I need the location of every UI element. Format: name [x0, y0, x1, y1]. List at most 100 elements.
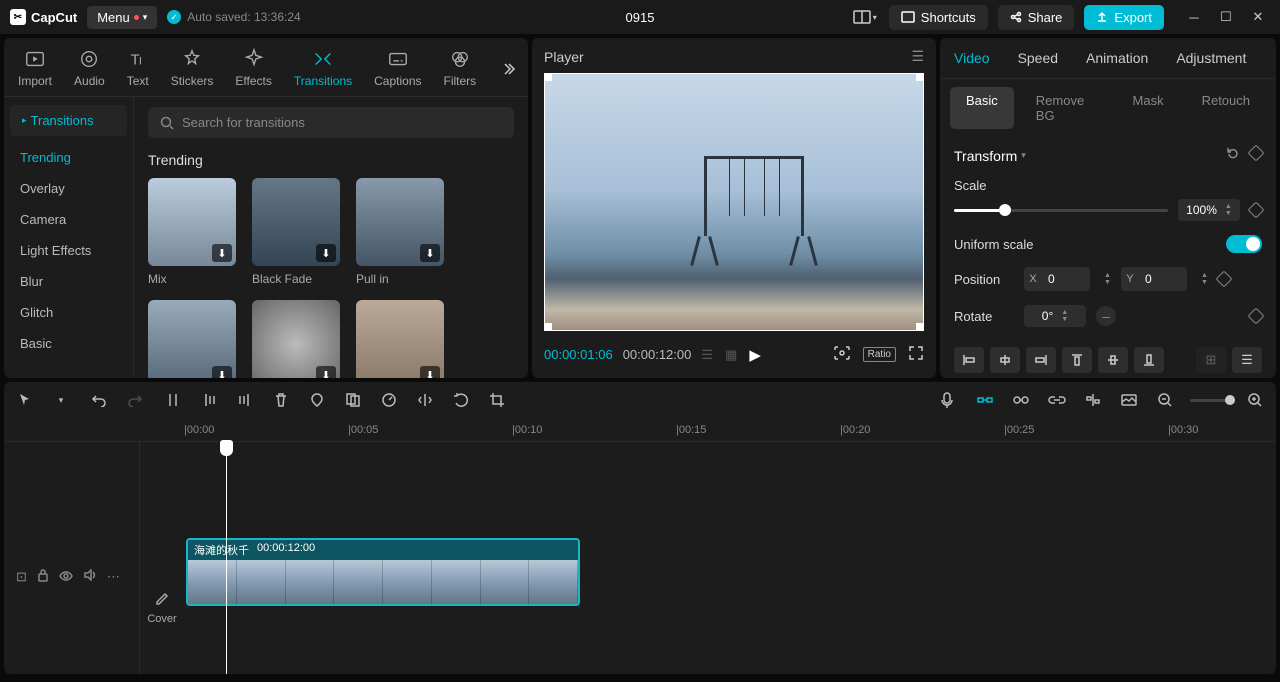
zoom-slider[interactable] — [1190, 399, 1230, 402]
pointer-dropdown[interactable]: ▾ — [50, 389, 72, 411]
transition-item[interactable]: ⬇ — [356, 300, 444, 378]
sidebar-item-overlay[interactable]: Overlay — [4, 173, 133, 204]
collapse-icon[interactable]: ⊡ — [16, 569, 27, 585]
play-button[interactable]: ▶ — [749, 346, 761, 364]
transition-item[interactable]: ⬇ — [252, 300, 340, 378]
link-preview-button[interactable] — [1010, 389, 1032, 411]
nav-tab-effects[interactable]: Effects — [225, 44, 281, 96]
grid-icon[interactable]: ▦ — [725, 347, 737, 363]
subtab-basic[interactable]: Basic — [950, 87, 1014, 129]
uniform-toggle[interactable] — [1226, 235, 1262, 253]
x-stepper[interactable]: ▲▼ — [1104, 273, 1111, 286]
transition-pullin[interactable]: ⬇Pull in — [356, 178, 444, 286]
marker-button[interactable] — [306, 389, 328, 411]
preview-button[interactable] — [1118, 389, 1140, 411]
nav-tab-stickers[interactable]: Stickers — [161, 44, 224, 96]
download-icon[interactable]: ⬇ — [316, 366, 336, 378]
nav-tab-text[interactable]: TIText — [117, 44, 159, 96]
position-x-input[interactable]: X0 — [1024, 267, 1090, 291]
nav-more-button[interactable] — [492, 53, 524, 88]
tab-speed[interactable]: Speed — [1004, 38, 1072, 78]
distribute-button[interactable]: ⊞ — [1196, 347, 1226, 373]
align-clips-button[interactable] — [1082, 389, 1104, 411]
subtab-retouch[interactable]: Retouch — [1186, 87, 1266, 129]
trim-left-button[interactable] — [198, 389, 220, 411]
split-button[interactable] — [162, 389, 184, 411]
download-icon[interactable]: ⬇ — [316, 244, 336, 262]
minimize-button[interactable]: ─ — [1182, 5, 1206, 29]
tab-animation[interactable]: Animation — [1072, 38, 1162, 78]
reset-button[interactable] — [1226, 147, 1240, 164]
sidebar-item-basic[interactable]: Basic — [4, 328, 133, 359]
tab-adjustment[interactable]: Adjustment — [1162, 38, 1260, 78]
close-button[interactable]: ✕ — [1246, 5, 1270, 29]
keyframe-button[interactable] — [1248, 145, 1265, 162]
lock-icon[interactable] — [37, 568, 49, 585]
record-button[interactable] — [936, 389, 958, 411]
player-menu-button[interactable]: ☰ — [911, 48, 924, 65]
export-button[interactable]: Export — [1084, 5, 1164, 30]
shortcuts-button[interactable]: Shortcuts — [889, 5, 988, 30]
align-right-button[interactable] — [1026, 347, 1056, 373]
download-icon[interactable]: ⬇ — [212, 366, 232, 378]
transition-item[interactable]: ⬇ — [148, 300, 236, 378]
video-viewport[interactable] — [544, 73, 924, 331]
magnet-button[interactable] — [974, 389, 996, 411]
rotate-button[interactable] — [450, 389, 472, 411]
sidebar-item-camera[interactable]: Camera — [4, 204, 133, 235]
speed-button[interactable] — [378, 389, 400, 411]
redo-button[interactable] — [124, 389, 146, 411]
align-bottom-button[interactable] — [1134, 347, 1164, 373]
timeline-ruler[interactable]: |00:00 |00:05 |00:10 |00:15 |00:20 |00:2… — [4, 418, 1276, 442]
keyframe-button[interactable] — [1248, 308, 1265, 325]
align-left-button[interactable] — [954, 347, 984, 373]
download-icon[interactable]: ⬇ — [212, 244, 232, 262]
position-y-input[interactable]: Y0 — [1121, 267, 1187, 291]
keyframe-button[interactable] — [1215, 271, 1232, 288]
transition-mix[interactable]: ⬇Mix — [148, 178, 236, 286]
subtab-mask[interactable]: Mask — [1117, 87, 1180, 129]
frame-button[interactable] — [833, 345, 851, 364]
more-icon[interactable]: ⋯ — [107, 569, 120, 585]
link-button[interactable] — [1046, 389, 1068, 411]
fullscreen-button[interactable] — [908, 345, 924, 364]
delete-button[interactable] — [270, 389, 292, 411]
sidebar-item-blur[interactable]: Blur — [4, 266, 133, 297]
layout-button[interactable]: ▾ — [851, 3, 879, 31]
trim-right-button[interactable] — [234, 389, 256, 411]
maximize-button[interactable]: ☐ — [1214, 5, 1238, 29]
align-center-v-button[interactable] — [1098, 347, 1128, 373]
chevron-down-icon[interactable]: ▾ — [1021, 150, 1026, 161]
nav-tab-audio[interactable]: Audio — [64, 44, 115, 96]
visibility-icon[interactable] — [59, 569, 73, 584]
scale-input[interactable]: 100%▲▼ — [1178, 199, 1240, 221]
rotate-input[interactable]: 0°▲▼ — [1024, 305, 1086, 327]
nav-tab-transitions[interactable]: Transitions — [284, 44, 362, 96]
align-center-h-button[interactable] — [990, 347, 1020, 373]
scale-slider[interactable] — [954, 209, 1168, 212]
ratio-button[interactable]: Ratio — [863, 347, 896, 362]
subtab-removebg[interactable]: Remove BG — [1020, 87, 1111, 129]
mirror-button[interactable] — [414, 389, 436, 411]
nav-tab-filters[interactable]: Filters — [434, 44, 487, 96]
nav-tab-import[interactable]: Import — [8, 44, 62, 96]
zoom-fit-button[interactable] — [1244, 389, 1266, 411]
nav-tab-captions[interactable]: Captions — [364, 44, 431, 96]
edit-icon[interactable] — [155, 592, 169, 609]
track-area[interactable]: 海滩的秋千 00:00:12:00 — [184, 442, 1276, 674]
rotate-dial[interactable]: – — [1096, 306, 1116, 326]
sidebar-item-lighteffects[interactable]: Light Effects — [4, 235, 133, 266]
more-button[interactable]: ☰ — [1232, 347, 1262, 373]
download-icon[interactable]: ⬇ — [420, 244, 440, 262]
tab-video[interactable]: Video — [940, 38, 1004, 78]
keyframe-button[interactable] — [1248, 202, 1265, 219]
zoom-out-button[interactable] — [1154, 389, 1176, 411]
sidebar-title[interactable]: ▸Transitions — [10, 105, 127, 136]
undo-button[interactable] — [88, 389, 110, 411]
playhead[interactable] — [226, 442, 227, 674]
download-icon[interactable]: ⬇ — [420, 366, 440, 378]
crop-button[interactable] — [486, 389, 508, 411]
search-input[interactable]: Search for transitions — [148, 107, 514, 138]
y-stepper[interactable]: ▲▼ — [1201, 273, 1208, 286]
transition-blackfade[interactable]: ⬇Black Fade — [252, 178, 340, 286]
